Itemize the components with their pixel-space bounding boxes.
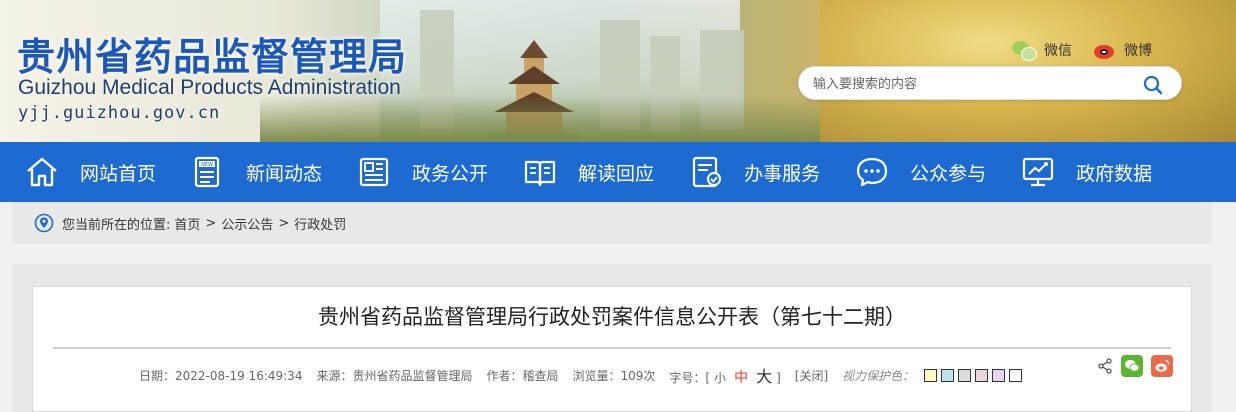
font-medium-button[interactable]: 中: [734, 370, 748, 386]
breadcrumb-admin-penalty[interactable]: 行政处罚: [294, 214, 346, 233]
data-screen-icon: [1022, 157, 1054, 187]
font-size-control: 字号：[小中大]: [669, 363, 780, 387]
service-icon: [692, 156, 722, 188]
breadcrumb-announcements[interactable]: 公示公告: [221, 214, 273, 233]
svg-text:NEW: NEW: [201, 162, 213, 168]
nav-label: 新闻动态: [246, 162, 323, 185]
share-bar: [1097, 355, 1173, 377]
search-icon[interactable]: [1143, 75, 1163, 95]
article-views: 浏览量：109次: [572, 368, 656, 383]
breadcrumb-separator: >: [205, 215, 217, 231]
location-icon: [34, 213, 54, 233]
breadcrumb-prefix: 您当前所在的位置:: [62, 217, 171, 233]
swatch-blue[interactable]: [941, 368, 955, 382]
breadcrumb-home[interactable]: 首页: [174, 214, 200, 233]
nav-label: 公众参与: [910, 162, 987, 185]
weibo-label: 微博: [1124, 43, 1152, 59]
nav-item-services[interactable]: 办事服务: [688, 142, 820, 202]
site-domain: yjj.guizhou.gov.cn: [18, 103, 221, 123]
font-small-button[interactable]: 小: [714, 371, 726, 385]
nav-item-home[interactable]: 网站首页: [24, 142, 156, 202]
title-divider: [53, 347, 1171, 349]
nav-label: 解读回应: [578, 162, 655, 185]
search-input[interactable]: [813, 74, 1133, 94]
nav-label: 办事服务: [744, 162, 821, 185]
nav-item-participation[interactable]: 公众参与: [854, 142, 986, 202]
home-icon: [27, 157, 57, 187]
nav-item-gov-affairs[interactable]: 政务公开: [356, 142, 488, 202]
weibo-link[interactable]: 微博: [1092, 40, 1152, 60]
article-author: 作者：稽查局: [486, 368, 559, 383]
article-meta: 日期：2022-08-19 16:49:34 来源：贵州省药品监督管理局 作者：…: [139, 363, 1023, 387]
font-size-close-bracket: ]: [776, 371, 781, 385]
nav-item-gov-data[interactable]: 政府数据: [1020, 142, 1152, 202]
nav-label: 政务公开: [412, 162, 489, 185]
document-icon: [359, 157, 389, 187]
nav-item-news[interactable]: NEW 新闻动态: [190, 142, 322, 202]
article-source: 来源：贵州省药品监督管理局: [316, 368, 473, 383]
article-title: 贵州省药品监督管理局行政处罚案件信息公开表（第七十二期）: [318, 305, 906, 329]
wechat-label: 微信: [1044, 43, 1072, 59]
weibo-share-button[interactable]: [1151, 355, 1173, 377]
font-large-button[interactable]: 大: [756, 367, 772, 386]
wechat-icon: [1012, 40, 1038, 61]
header-banner: 贵州省药品监督管理局 Guizhou Medical Products Admi…: [0, 0, 1236, 142]
main-nav: 网站首页 NEW 新闻动态 政务公开 解读回应 办事服务 公众参与 政府数据: [0, 142, 1236, 202]
breadcrumb-separator: >: [278, 215, 290, 231]
article-panel: 贵州省药品监督管理局行政处罚案件信息公开表（第七十二期） 日期：2022-08-…: [32, 286, 1192, 412]
eye-protect-label: 视力保护色：: [842, 368, 915, 383]
nav-label: 政府数据: [1076, 162, 1153, 185]
site-title-english: Guizhou Medical Products Administration: [18, 76, 401, 99]
swatch-white[interactable]: [1009, 368, 1023, 382]
share-icon[interactable]: [1097, 358, 1113, 374]
news-icon: NEW: [194, 156, 220, 188]
weibo-icon: [1092, 40, 1118, 60]
close-button[interactable]: [关闭]: [795, 367, 828, 384]
swatch-purple[interactable]: [992, 368, 1006, 382]
swatch-yellow[interactable]: [924, 368, 938, 382]
swatch-gray[interactable]: [958, 368, 972, 382]
breadcrumb: 您当前所在的位置: 首页 > 公示公告 > 行政处罚: [12, 202, 1212, 244]
chat-icon: [856, 157, 888, 187]
banner-greenery: [260, 96, 820, 142]
wechat-link[interactable]: 微信: [1012, 40, 1072, 61]
nav-item-interpretation[interactable]: 解读回应: [522, 142, 654, 202]
wechat-share-button[interactable]: [1121, 355, 1143, 377]
eye-protect-swatches: [924, 368, 1023, 382]
weibo-share-icon: [1155, 359, 1170, 372]
nav-label: 网站首页: [80, 162, 157, 185]
swatch-pink[interactable]: [975, 368, 989, 382]
wechat-share-icon: [1125, 359, 1140, 372]
book-icon: [524, 160, 556, 187]
article-date: 日期：2022-08-19 16:49:34: [139, 368, 303, 383]
site-title: 贵州省药品监督管理局: [17, 35, 408, 79]
search-box: [798, 66, 1182, 100]
font-size-label: 字号：[: [669, 371, 711, 385]
